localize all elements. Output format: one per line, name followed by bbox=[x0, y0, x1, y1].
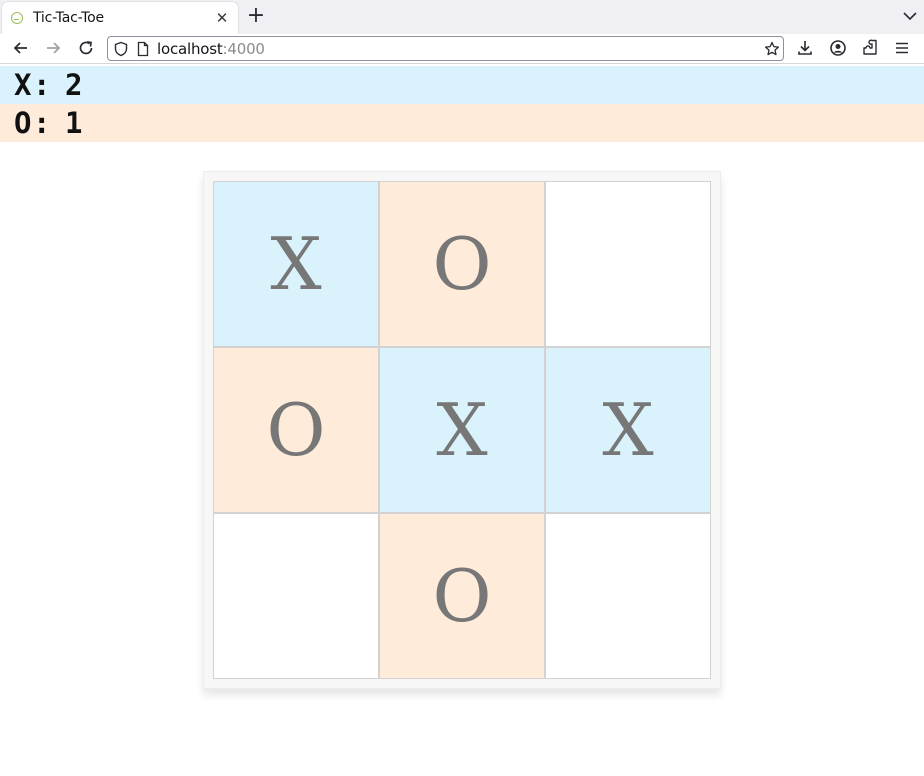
menu-icon[interactable] bbox=[890, 36, 914, 60]
board-cell-9[interactable] bbox=[545, 513, 711, 679]
score-o-row: O : 1 bbox=[0, 104, 924, 142]
new-tab-icon[interactable]: + bbox=[245, 4, 267, 28]
board-cell-8[interactable]: O bbox=[379, 513, 545, 679]
list-tabs-icon[interactable] bbox=[901, 6, 919, 26]
favicon-icon bbox=[11, 12, 23, 24]
board-cell-4[interactable]: O bbox=[213, 347, 379, 513]
url-text[interactable]: localhost:4000 bbox=[157, 40, 265, 58]
tab-title: Tic-Tac-Toe bbox=[33, 10, 104, 26]
bookmark-star-icon[interactable] bbox=[764, 41, 780, 57]
url-host: localhost bbox=[157, 40, 223, 58]
downloads-icon[interactable] bbox=[793, 36, 817, 60]
page-icon[interactable] bbox=[135, 41, 151, 57]
extensions-icon[interactable] bbox=[858, 36, 882, 60]
browser-tab[interactable]: Tic-Tac-Toe ✕ bbox=[2, 2, 238, 34]
board-cell-7[interactable] bbox=[213, 513, 379, 679]
url-port: :4000 bbox=[222, 40, 265, 58]
board-cell-1[interactable]: X bbox=[213, 181, 379, 347]
score-x-label: X bbox=[14, 68, 32, 102]
board-cell-2[interactable]: O bbox=[379, 181, 545, 347]
score-x-row: X : 2 bbox=[0, 66, 924, 104]
back-icon[interactable] bbox=[9, 36, 33, 60]
score-x-colon: : bbox=[33, 68, 51, 102]
score-o-colon: : bbox=[33, 106, 51, 140]
score-o-label: O bbox=[14, 106, 32, 140]
account-icon[interactable] bbox=[826, 36, 850, 60]
board-cell-6[interactable]: X bbox=[545, 347, 711, 513]
address-bar[interactable]: localhost:4000 bbox=[107, 36, 784, 61]
board-cell-5[interactable]: X bbox=[379, 347, 545, 513]
close-tab-icon[interactable]: ✕ bbox=[214, 10, 230, 26]
score-o-value: 1 bbox=[65, 106, 83, 140]
reload-icon[interactable] bbox=[74, 36, 98, 60]
forward-icon[interactable] bbox=[41, 36, 65, 60]
navigation-toolbar: localhost:4000 bbox=[0, 34, 924, 64]
game-board: X O O X X O bbox=[213, 181, 711, 679]
board-cell-3[interactable] bbox=[545, 181, 711, 347]
tab-strip: Tic-Tac-Toe ✕ + bbox=[0, 0, 924, 34]
score-x-value: 2 bbox=[65, 68, 83, 102]
shield-icon[interactable] bbox=[113, 41, 129, 57]
